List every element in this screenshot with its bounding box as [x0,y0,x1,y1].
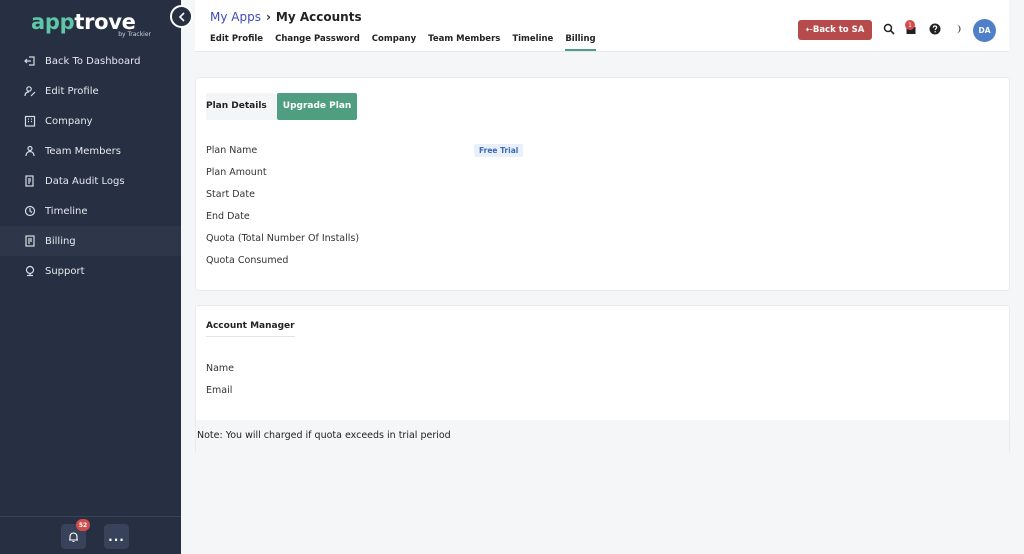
account-tabs: Edit Profile Change Password Company Tea… [210,34,608,51]
account-manager-title: Account Manager [206,321,295,337]
plan-details-card: Plan Details Upgrade Plan Plan Name Free… [195,77,1010,291]
plan-status-badge: Free Trial [474,144,524,157]
start-date-label: Start Date [206,189,255,200]
sidebar-item-label: Company [45,115,93,127]
company-icon [24,115,36,127]
end-date-label: End Date [206,211,250,222]
edit-profile-icon [24,86,36,97]
quota-label: Quota (Total Number Of Installs) [206,233,360,244]
chevron-left-icon [178,11,185,22]
bell-icon [69,531,78,542]
chevron-right-icon: › [265,10,271,24]
plan-name-label: Plan Name [206,145,258,156]
breadcrumb-my-apps[interactable]: My Apps [210,10,261,24]
sidebar-item-label: Data Audit Logs [45,175,125,187]
tab-edit-profile[interactable]: Edit Profile [210,34,263,51]
sidebar-item-company[interactable]: Company [0,106,181,136]
tab-company[interactable]: Company [372,34,416,51]
sidebar-item-label: Support [45,265,85,277]
manager-email-label: Email [206,385,233,396]
sidebar-footer: 52 ... [0,516,181,554]
more-options-button[interactable]: ... [104,524,129,549]
sidebar-item-label: Billing [45,235,76,247]
sidebar-item-data-audit-logs[interactable]: Data Audit Logs [0,166,181,196]
apptrove-logo[interactable]: apptrove by Trackier [31,9,151,39]
account-manager-card: Account Manager Name Email Note: You wil… [195,305,1010,454]
support-icon [25,265,35,277]
sidebar-collapse-button[interactable] [170,5,193,28]
upgrade-plan-button[interactable]: Upgrade Plan [276,93,358,120]
tab-billing[interactable]: Billing [565,34,596,51]
back-to-sa-button[interactable]: ⇠Back to SA [798,20,872,40]
page-title: My Accounts [275,10,362,24]
user-avatar[interactable]: DA [973,19,996,42]
notification-count-badge: 52 [76,519,90,531]
logo-prefix: app [31,10,75,34]
sidebar-item-team-members[interactable]: Team Members [0,136,181,166]
page-header: My Apps › My Accounts Edit Profile Chang… [195,0,1009,52]
help-button[interactable] [928,21,942,37]
cart-count-badge: 1 [905,20,915,30]
quota-consumed-label: Quota Consumed [206,255,289,266]
moon-icon [956,24,961,34]
sidebar-item-back-to-dashboard[interactable]: Back To Dashboard [0,46,181,76]
logo-subtitle: by Trackier [118,31,151,38]
sidebar-item-label: Edit Profile [45,85,99,97]
plan-amount-label: Plan Amount [206,167,267,178]
tab-team-members[interactable]: Team Members [428,34,500,51]
back-icon [24,56,35,66]
breadcrumb: My Apps › My Accounts [210,10,362,24]
sidebar-item-timeline[interactable]: Timeline [0,196,181,226]
tab-change-password[interactable]: Change Password [275,34,360,51]
team-icon [25,145,35,157]
sidebar-item-edit-profile[interactable]: Edit Profile [0,76,181,106]
help-icon [929,23,941,35]
sidebar-nav: Back To Dashboard Edit Profile Company T… [0,46,181,286]
tab-timeline[interactable]: Timeline [512,34,553,51]
search-button[interactable] [882,21,896,37]
plan-details-tab[interactable]: Plan Details [206,93,277,120]
sidebar-item-label: Back To Dashboard [45,55,141,67]
sidebar-item-label: Timeline [45,205,88,217]
theme-toggle-button[interactable] [950,21,964,37]
billing-note: Note: You will charged if quota exceeds … [196,420,1009,454]
sidebar: apptrove by Trackier Back To Dashboard E… [0,0,181,554]
manager-name-label: Name [206,363,235,374]
plan-card-header: Plan Details Upgrade Plan [206,93,358,120]
sidebar-item-label: Team Members [45,145,121,157]
billing-icon [25,235,35,247]
search-icon [883,23,895,35]
audit-log-icon [25,175,34,187]
sidebar-item-support[interactable]: Support [0,256,181,286]
sidebar-item-billing[interactable]: Billing [0,226,181,256]
timeline-icon [24,205,36,217]
